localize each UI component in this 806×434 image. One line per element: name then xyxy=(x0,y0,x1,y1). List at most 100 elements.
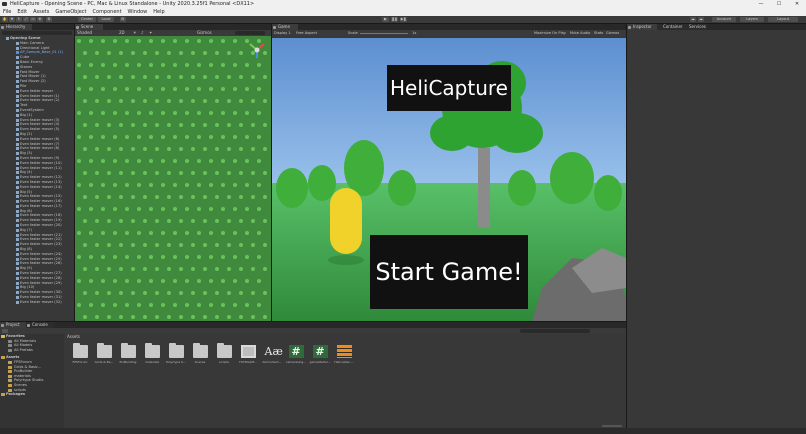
gameobject-icon xyxy=(16,41,19,45)
project-breadcrumb[interactable]: Assets xyxy=(65,334,626,340)
scene-tree-marker xyxy=(107,267,111,271)
close-button[interactable]: ✕ xyxy=(788,0,806,8)
hierarchy-item-label: Even faster mover (18) xyxy=(20,213,62,218)
menu-component[interactable]: Component xyxy=(93,8,122,16)
transform-tool-button[interactable]: ⊕ xyxy=(37,17,43,22)
display-dropdown[interactable]: Display 1 xyxy=(274,30,291,36)
pivot-center-toggle[interactable]: Center xyxy=(78,17,96,22)
gameobject-icon xyxy=(16,65,19,69)
gameobject-icon xyxy=(16,200,19,204)
asset-item[interactable]: materials xyxy=(141,343,163,364)
scene-tree-marker xyxy=(125,207,129,211)
minimize-button[interactable]: — xyxy=(752,0,770,8)
packages-item[interactable]: Packages xyxy=(0,392,64,397)
scene-tree-marker xyxy=(125,231,129,235)
hierarchy-search-input[interactable] xyxy=(2,31,72,35)
asset-item[interactable]: ProBuilding xyxy=(117,343,139,364)
scene-tree-marker xyxy=(131,219,135,223)
asset-item[interactable]: Scenes xyxy=(189,343,211,364)
play-button[interactable]: ▶ xyxy=(382,17,389,22)
scene-tree-marker xyxy=(149,135,153,139)
hierarchy-item-label: Even faster mover (5) xyxy=(20,127,60,132)
scene-tree-marker xyxy=(113,87,117,91)
scene-search-input[interactable] xyxy=(235,31,265,35)
scene-tree-marker xyxy=(215,75,219,79)
scene-tree-marker xyxy=(89,111,93,115)
hand-tool-button[interactable]: ✋ xyxy=(2,17,8,22)
menu-file[interactable]: File xyxy=(3,8,11,16)
snap-button[interactable]: ⊞ xyxy=(120,17,126,22)
game-panel: Game Display 1 Free Aspect Scale 1x Maxi… xyxy=(272,24,626,321)
cloud-icon[interactable]: ☁ xyxy=(698,17,704,22)
tab-inspector[interactable]: Inspector xyxy=(627,24,657,30)
hierarchy-item-label: Big (10) xyxy=(20,285,35,290)
create-button[interactable] xyxy=(2,329,8,333)
scene-tree-marker xyxy=(227,291,231,295)
favorite-all-prefabs[interactable]: All Prefabs xyxy=(0,348,64,353)
asset-item[interactable]: TUTRIALM... xyxy=(237,345,259,364)
custom-tool-button[interactable]: ⚙ xyxy=(46,17,52,22)
scene-tree-marker xyxy=(149,111,153,115)
scene-tree-marker xyxy=(83,123,87,127)
window-titlebar: HeliCapture - Opening Scene - PC, Mac & … xyxy=(0,0,806,8)
scene-tree-marker xyxy=(101,183,105,187)
game-viewport[interactable]: HeliCapture Start Game! xyxy=(272,38,626,321)
scene-tree-marker xyxy=(101,207,105,211)
scene-viewport[interactable] xyxy=(75,36,271,321)
scene-tree-marker xyxy=(101,135,105,139)
hierarchy-item-label: Even faster mover (6) xyxy=(20,136,60,141)
scene-tree-marker xyxy=(245,279,249,283)
tab-container[interactable]: Container xyxy=(657,24,683,30)
scene-tree-marker xyxy=(77,87,81,91)
asset-item[interactable]: # gameStartsi... xyxy=(309,345,331,364)
collab-icon[interactable]: ☁ xyxy=(690,17,696,22)
scene-tree-marker xyxy=(161,255,165,259)
layers-dropdown[interactable]: Layers xyxy=(740,17,764,22)
project-search-input[interactable] xyxy=(520,329,590,333)
account-dropdown[interactable]: Account xyxy=(712,17,736,22)
start-game-button[interactable]: Start Game! xyxy=(370,235,528,309)
scene-tree-marker xyxy=(95,51,99,55)
rect-tool-button[interactable]: ▭ xyxy=(30,17,36,22)
move-tool-button[interactable]: ✥ xyxy=(9,17,15,22)
hierarchy-item[interactable]: Even faster mover (32) xyxy=(0,300,74,305)
scene-tree-marker xyxy=(221,255,225,259)
icon-size-slider[interactable] xyxy=(602,425,622,427)
hierarchy-item-label: Directional Light xyxy=(20,45,50,50)
maximize-button[interactable]: ☐ xyxy=(770,0,788,8)
game-gizmos-dropdown[interactable]: Gizmos xyxy=(606,30,619,36)
pause-button[interactable]: ❚❚ xyxy=(391,17,398,22)
scale-tool-button[interactable]: ⤢ xyxy=(23,17,29,22)
menu-window[interactable]: Window xyxy=(128,8,148,16)
pivot-local-toggle[interactable]: Local xyxy=(98,17,114,22)
layout-dropdown[interactable]: Layout xyxy=(768,17,798,22)
asset-item[interactable]: Aæ AmmoSam... xyxy=(261,345,283,364)
menu-assets[interactable]: Assets xyxy=(33,8,49,16)
asset-item[interactable]: scripts xyxy=(213,343,235,364)
rotate-tool-button[interactable]: ↻ xyxy=(16,17,22,22)
asset-item[interactable]: Polyrtype S... xyxy=(165,343,187,364)
asset-item[interactable]: Helicopter-... xyxy=(333,345,355,364)
scene-tree-marker xyxy=(197,135,201,139)
aspect-dropdown[interactable]: Free Aspect xyxy=(296,30,317,36)
console-tab-icon xyxy=(27,323,30,327)
asset-item[interactable]: FPSForum xyxy=(69,343,91,364)
asset-item[interactable]: # camerasing... xyxy=(285,345,307,364)
gameobject-icon xyxy=(16,195,19,199)
scene-tree-marker xyxy=(125,255,129,259)
stats-toggle[interactable]: Stats xyxy=(594,30,603,36)
scene-orientation-gizmo[interactable] xyxy=(247,40,267,60)
scene-tree-marker xyxy=(203,123,207,127)
tab-services[interactable]: Services xyxy=(683,24,707,30)
maximize-on-play-toggle[interactable]: Maximize On Play xyxy=(534,30,566,36)
scale-slider[interactable] xyxy=(360,32,408,34)
step-button[interactable]: ▶❚ xyxy=(400,17,407,22)
scene-tree-marker xyxy=(263,123,267,127)
menu-help[interactable]: Help xyxy=(153,8,164,16)
asset-item[interactable]: Grids & Ba... xyxy=(93,343,115,364)
menu-gameobject[interactable]: GameObject xyxy=(55,8,86,16)
mute-audio-toggle[interactable]: Mute Audio xyxy=(570,30,590,36)
tab-hierarchy[interactable]: Hierarchy xyxy=(0,24,32,30)
menu-edit[interactable]: Edit xyxy=(17,8,27,16)
scene-tree-marker xyxy=(143,75,147,79)
